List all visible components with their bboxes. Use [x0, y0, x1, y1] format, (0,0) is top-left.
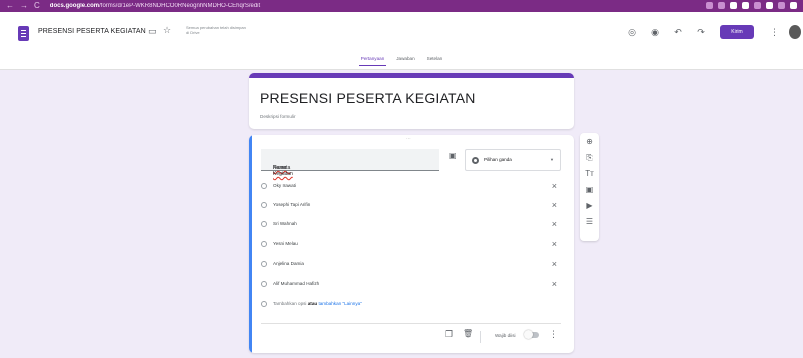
option-text[interactable]: Yosephi Tapi Arifin — [273, 202, 310, 207]
forward-arrow-icon[interactable]: → — [20, 0, 28, 12]
palette-icon[interactable]: ◎ — [624, 27, 640, 38]
question-type-dropdown[interactable]: Pilihan ganda ▼ — [465, 149, 561, 171]
form-title[interactable]: PRESENSI PESERTA KEGIATAN — [260, 90, 476, 106]
required-toggle[interactable] — [524, 330, 539, 339]
list-item[interactable]: Yesni Melau × — [261, 238, 561, 250]
question-type-label: Pilihan ganda — [484, 157, 512, 162]
form-description-field[interactable]: Deskripsi formulir — [260, 114, 295, 119]
add-option-row: Tambahkan opsi atau tambahkan "Lainnya" — [261, 298, 561, 310]
remove-option-icon[interactable]: × — [552, 218, 557, 230]
remove-option-icon[interactable]: × — [552, 199, 557, 211]
add-option-text: Tambahkan opsi atau tambahkan "Lainnya" — [273, 301, 362, 306]
url-path: /forms/d/1eP-WKR8NDHCO0RNeognhNMDHO-CEhq… — [99, 3, 261, 9]
remove-option-icon[interactable]: × — [552, 258, 557, 270]
add-question-icon[interactable]: ⊕ — [586, 136, 593, 148]
extension-icon[interactable] — [766, 2, 773, 9]
radio-circle-icon — [261, 221, 267, 227]
add-other-link[interactable]: tambahkan "Lainnya" — [318, 301, 361, 306]
radio-button-icon — [472, 157, 479, 164]
vertical-divider — [480, 331, 481, 343]
radio-circle-icon — [261, 202, 267, 208]
saved-status-note: Semua perubahan telah disimpan di Drive — [186, 25, 246, 35]
remove-option-icon[interactable]: × — [552, 180, 557, 192]
list-item[interactable]: Sri Wahnah × — [261, 218, 561, 230]
duplicate-icon[interactable]: ❐ — [445, 329, 453, 340]
option-text[interactable]: Yesni Melau — [273, 241, 298, 246]
more-vert-icon[interactable]: ⋮ — [770, 27, 779, 38]
add-title-icon[interactable]: Tт — [585, 168, 594, 180]
move-to-folder-icon[interactable]: ▭ — [148, 26, 157, 37]
add-video-icon[interactable]: ▶ — [586, 200, 592, 212]
radio-circle-icon — [261, 301, 267, 307]
add-image-icon[interactable]: ▣ — [586, 184, 594, 196]
extension-icon[interactable] — [778, 2, 785, 9]
option-text[interactable]: Oky Irawati — [273, 183, 296, 188]
radio-circle-icon — [261, 241, 267, 247]
option-text[interactable]: Alif Muhammad Hafizh — [273, 281, 319, 286]
option-text[interactable]: Sri Wahnah — [273, 221, 297, 226]
drag-handle-icon[interactable]: ⋯ — [406, 136, 412, 142]
question-title-input[interactable]: Nama Peserta Kegiatan — [261, 149, 439, 177]
question-title-underlined: Peserta Kegiatan — [273, 165, 293, 177]
question-card[interactable]: ⋯ Nama Peserta Kegiatan ▣ Pilihan ganda … — [249, 135, 574, 353]
url-domain: docs.google.com — [49, 3, 100, 9]
tab-responses[interactable]: Jawaban — [394, 54, 416, 66]
trash-icon[interactable]: 🗑 — [463, 329, 473, 338]
list-item[interactable]: Alif Muhammad Hafizh × — [261, 278, 561, 290]
radio-circle-icon — [261, 183, 267, 189]
extension-icon[interactable] — [718, 2, 725, 9]
extension-icon[interactable] — [730, 2, 737, 9]
document-title[interactable]: PRESENSI PESERTA KEGIATAN — [38, 28, 146, 35]
form-title-card[interactable]: PRESENSI PESERTA KEGIATAN Deskripsi form… — [249, 73, 574, 129]
list-item[interactable]: Yosephi Tapi Arifin × — [261, 199, 561, 211]
option-text[interactable]: Anjelina Damia — [273, 261, 304, 266]
chevron-down-icon: ▼ — [550, 157, 554, 162]
remove-option-icon[interactable]: × — [552, 278, 557, 290]
undo-icon[interactable]: ↶ — [670, 27, 686, 38]
list-item[interactable]: Oky Irawati × — [261, 180, 561, 192]
extension-icon[interactable] — [742, 2, 749, 9]
add-section-icon[interactable]: ☰ — [586, 216, 593, 228]
send-button[interactable]: Kirim — [720, 25, 754, 39]
google-forms-logo-icon[interactable] — [18, 26, 29, 41]
header-toolbar: ◎ ◉ ↶ ↷ Kirim ⋮ — [624, 22, 803, 42]
extension-icons — [706, 2, 797, 9]
app-header: PRESENSI PESERTA KEGIATAN ▭ ☆ Semua peru… — [0, 12, 803, 70]
back-arrow-icon[interactable]: ← — [6, 0, 14, 12]
list-item[interactable]: Anjelina Damia × — [261, 258, 561, 270]
import-questions-icon[interactable]: ⎘ — [586, 152, 592, 164]
extension-icon[interactable] — [754, 2, 761, 9]
browser-chrome: ← → C docs.google.com/forms/d/1eP-WKR8ND… — [0, 0, 803, 12]
extension-icon[interactable] — [706, 2, 713, 9]
add-option-link[interactable]: Tambahkan opsi — [273, 301, 306, 306]
address-bar[interactable]: docs.google.com/forms/d/1eP-WKR8NDHCO0RN… — [50, 3, 350, 9]
active-card-indicator — [249, 135, 252, 353]
add-image-icon[interactable]: ▣ — [449, 151, 457, 160]
tab-questions[interactable]: Pertanyaan — [358, 54, 387, 66]
form-tabs: Pertanyaan Jawaban Setelan — [0, 54, 803, 66]
redo-icon[interactable]: ↷ — [693, 27, 709, 38]
required-label: Wajib diisi — [495, 333, 516, 338]
radio-circle-icon — [261, 281, 267, 287]
side-toolbar: ⊕ ⎘ Tт ▣ ▶ ☰ — [580, 133, 599, 241]
more-vert-icon[interactable]: ⋮ — [549, 329, 558, 340]
radio-circle-icon — [261, 261, 267, 267]
footer-divider — [261, 323, 561, 324]
browser-nav: ← → C — [6, 0, 40, 12]
star-icon[interactable]: ☆ — [163, 25, 171, 36]
tab-settings[interactable]: Setelan — [425, 54, 445, 66]
reload-icon[interactable]: C — [34, 0, 40, 12]
or-text: atau — [307, 301, 318, 306]
avatar[interactable] — [789, 25, 801, 39]
preview-icon[interactable]: ◉ — [647, 27, 663, 38]
extension-icon[interactable] — [790, 2, 797, 9]
remove-option-icon[interactable]: × — [552, 238, 557, 250]
